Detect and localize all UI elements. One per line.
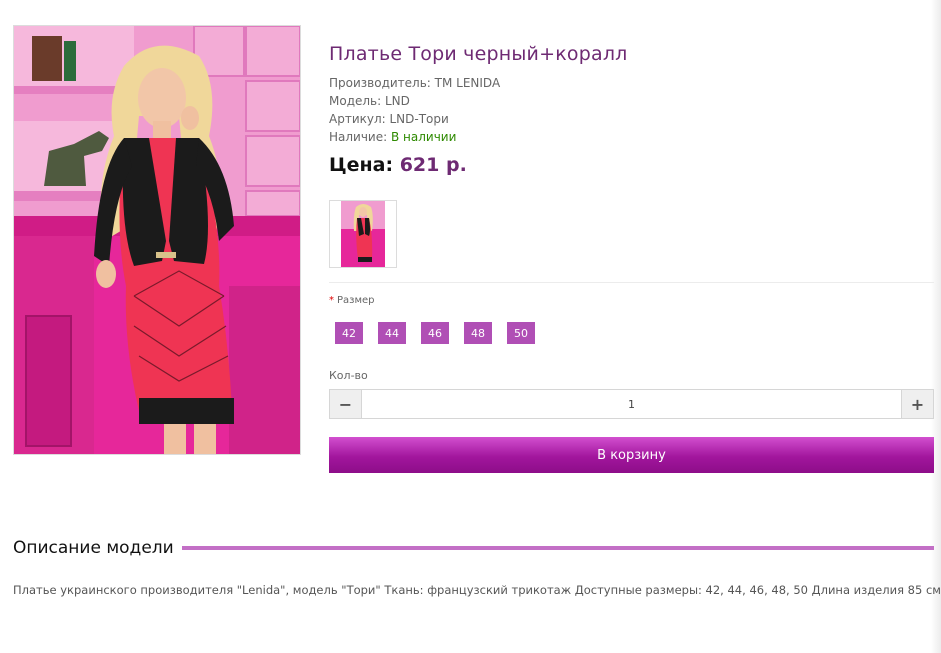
size-option-48[interactable]: 48 <box>464 322 492 344</box>
product-title: Платье Тори черный+коралл <box>329 43 628 65</box>
model: Модель: LND <box>329 94 410 108</box>
plus-icon: + <box>910 394 925 414</box>
required-mark: * <box>329 295 334 306</box>
availability: Наличие: В наличии <box>329 130 456 144</box>
size-label-text: Размер <box>337 295 375 306</box>
quantity-label: Кол-во <box>329 369 368 382</box>
quantity-stepper: − + <box>329 389 934 419</box>
size-option-42[interactable]: 42 <box>335 322 363 344</box>
price-value: 621 р. <box>399 154 467 176</box>
description-heading-line <box>181 546 934 550</box>
size-option-44[interactable]: 44 <box>378 322 406 344</box>
price-label: Цена: <box>329 154 394 176</box>
sku: Артикул: LND-Тори <box>329 112 449 126</box>
availability-status: В наличии <box>391 130 457 144</box>
manufacturer: Производитель: TM LENIDA <box>329 76 501 90</box>
description-text: Платье украинского производителя "Lenida… <box>13 583 941 597</box>
quantity-plus-button[interactable]: + <box>901 390 933 418</box>
description-header: Описание модели <box>13 537 934 559</box>
add-to-cart-button[interactable]: В корзину <box>329 437 934 473</box>
size-options: 42 44 46 48 50 <box>335 322 535 344</box>
product-main-image[interactable] <box>13 25 301 455</box>
size-label: * Размер <box>329 295 375 306</box>
minus-icon: − <box>338 394 353 414</box>
price: Цена: 621 р. <box>329 154 467 176</box>
size-option-50[interactable]: 50 <box>507 322 535 344</box>
quantity-input[interactable] <box>362 390 901 418</box>
product-thumbnail[interactable] <box>329 200 397 268</box>
availability-label: Наличие: <box>329 130 388 144</box>
size-option-46[interactable]: 46 <box>421 322 449 344</box>
divider <box>329 282 934 283</box>
quantity-minus-button[interactable]: − <box>330 390 362 418</box>
description-title: Описание модели <box>13 538 174 558</box>
